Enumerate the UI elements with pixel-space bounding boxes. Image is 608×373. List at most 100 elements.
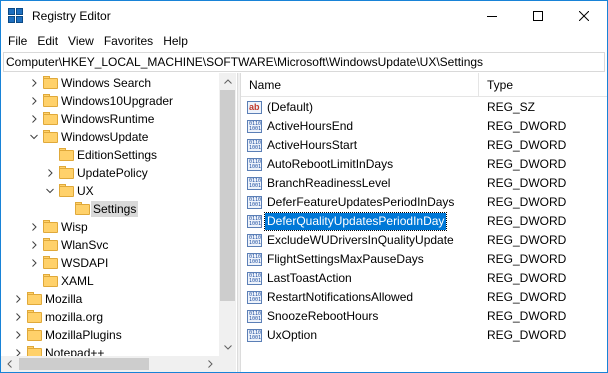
menu-view[interactable]: View	[63, 31, 99, 51]
value-row[interactable]: 01 10 10 01 RestartNotificationsAllowed REG_D…	[241, 288, 607, 307]
tree-item[interactable]: WSDAPI	[1, 254, 219, 272]
tree-item[interactable]: MozillaPlugins	[1, 326, 219, 344]
chevron-right-icon[interactable]	[29, 222, 39, 232]
chevron-right-icon[interactable]	[29, 114, 39, 124]
value-row[interactable]: ab (Default) REG_SZ	[241, 98, 607, 117]
tree-item[interactable]: Windows Search	[1, 74, 219, 92]
values-list-pane[interactable]: Name Type ab (Default) REG_SZ 01 10 10 01 Activ…	[241, 73, 607, 372]
tree-item[interactable]: Notepad++	[1, 344, 219, 356]
value-row[interactable]: 01 10 10 01 UxOption REG_DWORD	[241, 326, 607, 345]
tree-item-label: Wisp	[61, 220, 88, 234]
chevron-right-icon[interactable]	[13, 330, 23, 340]
tree-item-label: Settings	[91, 201, 139, 217]
tree-item[interactable]: Windows10Upgrader	[1, 92, 219, 110]
tree-item[interactable]: Settings	[1, 200, 219, 218]
maximize-button[interactable]	[515, 1, 561, 31]
tree-item-label: WindowsRuntime	[61, 112, 155, 126]
tree-item-label: Windows Search	[61, 76, 152, 90]
chevron-right-icon[interactable]	[29, 240, 39, 250]
folder-icon	[59, 165, 74, 180]
value-row[interactable]: 01 10 10 01 SnoozeRebootHours REG_DWORD	[241, 307, 607, 326]
reg-dword-icon: 01 10 10 01	[247, 158, 262, 171]
value-name: RestartNotificationsAllowed	[267, 290, 414, 304]
tree-horizontal-scrollbar[interactable]	[1, 356, 219, 372]
chevron-down-icon[interactable]	[45, 186, 55, 196]
scroll-up-button[interactable]	[219, 73, 236, 90]
value-row[interactable]: 01 10 10 01 ExcludeWUDriversInQualityUpdate R…	[241, 231, 607, 250]
reg-dword-icon: 01 10 10 01	[247, 120, 262, 133]
menu-file[interactable]: File	[3, 31, 32, 51]
tree-item[interactable]: WlanSvc	[1, 236, 219, 254]
folder-icon	[27, 291, 42, 306]
value-name: DeferQualityUpdatesPeriodInDay	[263, 212, 448, 231]
tree-item[interactable]: XAML	[1, 272, 219, 290]
value-type: REG_DWORD	[487, 290, 567, 304]
tree-item[interactable]: UpdatePolicy	[1, 164, 219, 182]
key-tree-pane[interactable]: Windows Search Windows10Upgrader WindowsRu…	[1, 73, 237, 372]
chevron-right-icon[interactable]	[29, 96, 39, 106]
value-name: AutoRebootLimitInDays	[267, 157, 394, 171]
tree-item[interactable]: EditionSettings	[1, 146, 219, 164]
value-name: UxOption	[267, 328, 318, 342]
value-name: ActiveHoursStart	[267, 138, 358, 152]
registry-editor-window: Registry Editor File Edit View Favorites Hel…	[0, 0, 608, 373]
value-row[interactable]: 01 10 10 01 DeferQualityUpdatesPeriodInDay RE…	[241, 212, 607, 231]
scroll-left-button[interactable]	[1, 356, 18, 372]
folder-icon	[43, 219, 58, 234]
address-bar[interactable]: Computer\HKEY_LOCAL_MACHINE\SOFTWARE\Mic…	[3, 52, 605, 72]
reg-dword-icon: 01 10 10 01	[247, 196, 262, 209]
folder-icon	[75, 201, 90, 216]
tree-item-label: XAML	[61, 274, 94, 288]
tree-item[interactable]: mozilla.org	[1, 308, 219, 326]
value-row[interactable]: 01 10 10 01 ActiveHoursEnd REG_DWORD	[241, 117, 607, 136]
tree-item-label: Windows10Upgrader	[61, 94, 174, 108]
menu-help[interactable]: Help	[158, 31, 193, 51]
column-header-type[interactable]: Type	[479, 73, 607, 97]
tree-item-label: WindowsUpdate	[61, 130, 149, 144]
value-row[interactable]: 01 10 10 01 BranchReadinessLevel REG_DWORD	[241, 174, 607, 193]
reg-dword-icon: 01 10 10 01	[247, 177, 262, 190]
tree-item[interactable]: Wisp	[1, 218, 219, 236]
close-button[interactable]	[561, 1, 607, 31]
value-row[interactable]: 01 10 10 01 LastToastAction REG_DWORD	[241, 269, 607, 288]
tree-item-label: Notepad++	[45, 346, 105, 356]
column-header-name[interactable]: Name	[241, 73, 479, 97]
chevron-right-icon[interactable]	[13, 312, 23, 322]
scroll-thumb[interactable]	[220, 90, 235, 301]
chevron-right-icon[interactable]	[45, 168, 55, 178]
menu-favorites[interactable]: Favorites	[99, 31, 158, 51]
value-name: (Default)	[267, 100, 314, 114]
tree-item[interactable]: WindowsRuntime	[1, 110, 219, 128]
value-row[interactable]: 01 10 10 01 FlightSettingsMaxPauseDays REG_DW…	[241, 250, 607, 269]
tree-item[interactable]: Mozilla	[1, 290, 219, 308]
title-bar[interactable]: Registry Editor	[1, 1, 607, 31]
tree-item[interactable]: WindowsUpdate	[1, 128, 219, 146]
tree-item[interactable]: UX	[1, 182, 219, 200]
scroll-right-button[interactable]	[202, 356, 219, 372]
folder-icon	[27, 345, 42, 356]
value-row[interactable]: 01 10 10 01 AutoRebootLimitInDays REG_DWORD	[241, 155, 607, 174]
reg-dword-icon: 01 10 10 01	[247, 234, 262, 247]
value-type: REG_DWORD	[487, 233, 567, 247]
chevron-right-icon[interactable]	[13, 348, 23, 356]
minimize-icon	[487, 16, 497, 17]
reg-dword-icon: 01 10 10 01	[247, 329, 262, 342]
folder-icon	[27, 327, 42, 342]
menu-edit[interactable]: Edit	[32, 31, 63, 51]
reg-dword-icon: 01 10 10 01	[247, 310, 262, 323]
value-row[interactable]: 01 10 10 01 DeferFeatureUpdatesPeriodInDays R…	[241, 193, 607, 212]
scrollbar-corner	[219, 356, 236, 372]
chevron-right-icon[interactable]	[29, 258, 39, 268]
reg-dword-icon: 01 10 10 01	[247, 139, 262, 152]
chevron-right-icon[interactable]	[13, 294, 23, 304]
tree-vertical-scrollbar[interactable]	[219, 73, 236, 356]
chevron-right-icon[interactable]	[29, 78, 39, 88]
minimize-button[interactable]	[469, 1, 515, 31]
chevron-left-icon	[7, 360, 12, 368]
scroll-down-button[interactable]	[219, 339, 236, 356]
chevron-down-icon[interactable]	[29, 132, 39, 142]
folder-icon	[59, 183, 74, 198]
scroll-thumb-horizontal[interactable]	[19, 358, 149, 370]
value-row[interactable]: 01 10 10 01 ActiveHoursStart REG_DWORD	[241, 136, 607, 155]
registry-editor-icon	[8, 8, 24, 24]
